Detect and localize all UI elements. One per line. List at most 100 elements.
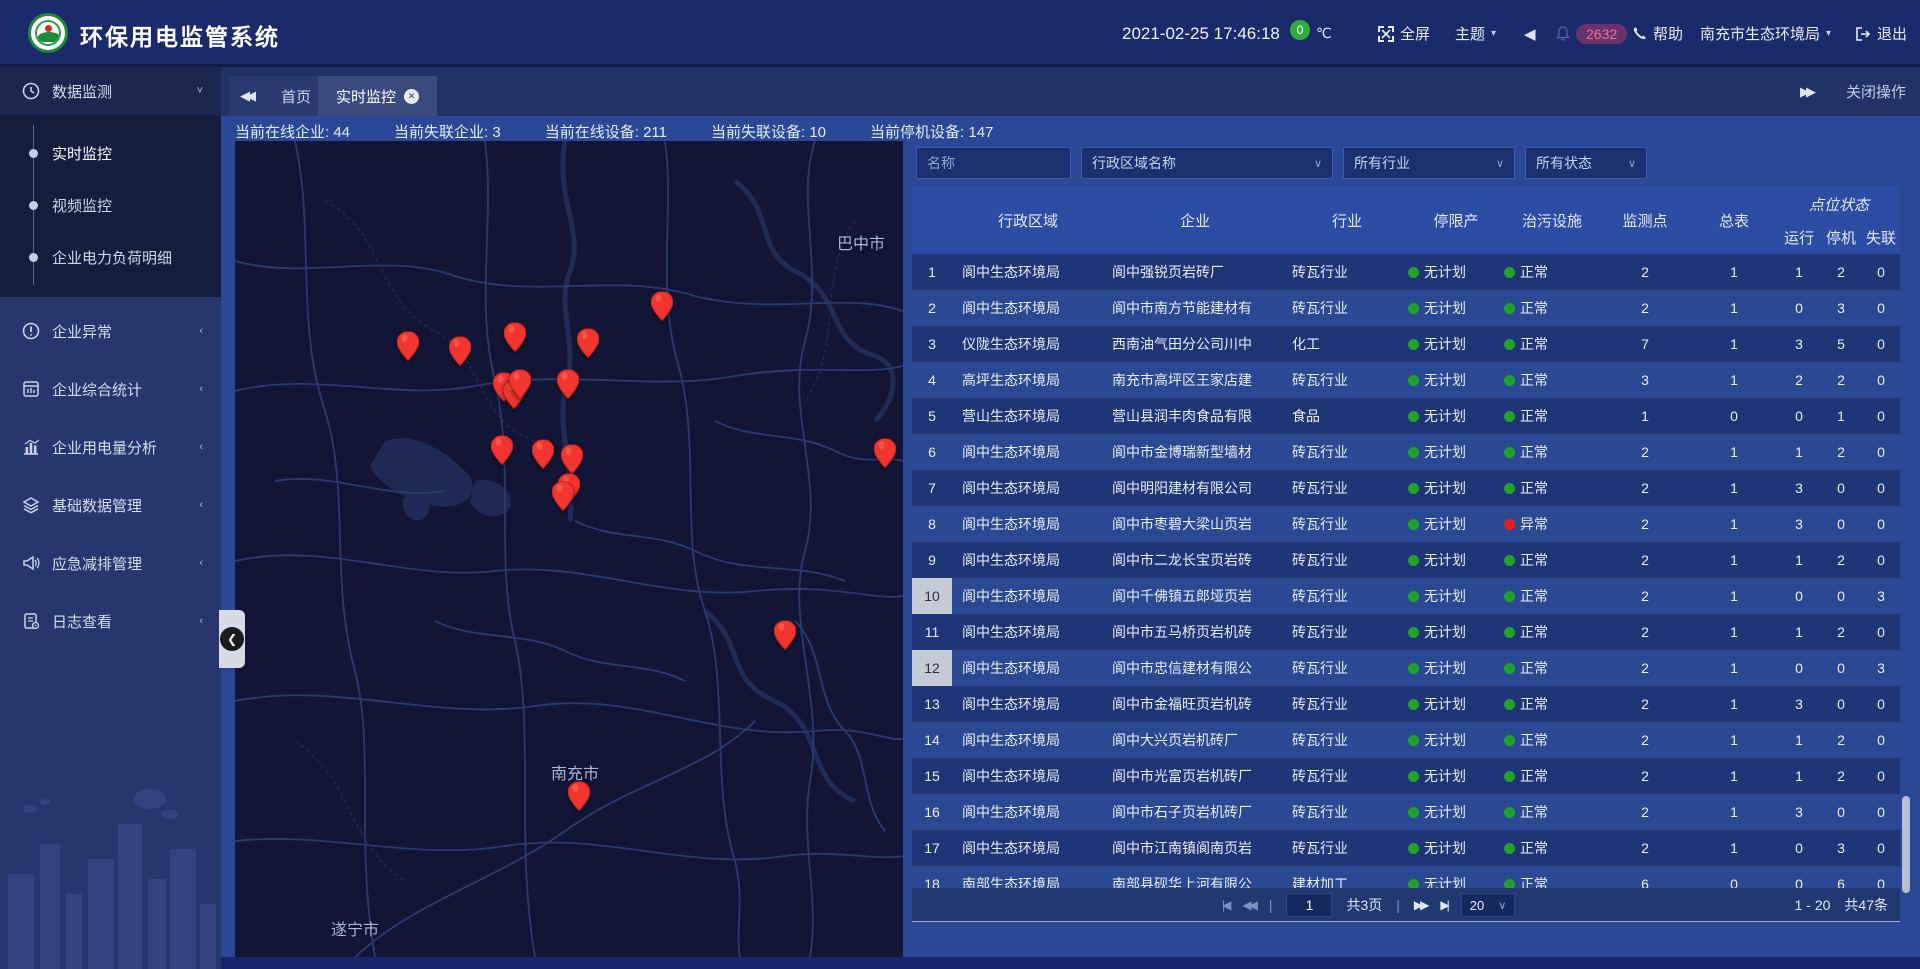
map-pin-icon[interactable] — [651, 292, 673, 322]
table-row[interactable]: 14阆中生态环境局阆中大兴页岩机砖厂砖瓦行业无计划正常21120 — [912, 722, 1900, 758]
table-row[interactable]: 10阆中生态环境局阆中千佛镇五郎垭页岩砖瓦行业无计划正常21003 — [912, 578, 1900, 614]
tab-realtime-monitor[interactable]: 实时监控 ✕ — [318, 76, 437, 116]
close-operations-button[interactable]: 关闭操作 — [1846, 81, 1906, 102]
sidebar-group-企业异常[interactable]: 企业异常‹ — [0, 307, 221, 355]
last-page-button[interactable]: ▶| — [1440, 898, 1446, 912]
name-filter-input[interactable] — [916, 147, 1071, 179]
fullscreen-icon — [1378, 26, 1394, 42]
sidebar-group-label: 数据监测 — [52, 81, 112, 102]
cell-meters: 1 — [1690, 794, 1778, 830]
cell-stop: 0 — [1820, 470, 1862, 506]
map-pin-icon[interactable] — [532, 440, 554, 470]
table-row[interactable]: 17阆中生态环境局阆中市江南镇阆南页岩砖瓦行业无计划正常21030 — [912, 830, 1900, 866]
table-row[interactable]: 18南部生态环境局南部县砚华上河有限公建材加工无计划正常60060 — [912, 866, 1900, 888]
status-dot-green-icon — [1408, 735, 1419, 746]
table-row[interactable]: 12阆中生态环境局阆中市忠信建材有限公砖瓦行业无计划正常21003 — [912, 650, 1900, 686]
status-filter-select[interactable]: 所有状态 ∨ — [1525, 147, 1647, 179]
facility-status-label: 正常 — [1520, 838, 1548, 858]
map-pin-icon[interactable] — [774, 621, 796, 651]
sidebar-item-视频监控[interactable]: 视频监控 — [0, 179, 221, 231]
cell-company: 阆中市二龙长宝页岩砖 — [1104, 542, 1286, 578]
cell-limit-status: 无计划 — [1408, 650, 1504, 686]
sidebar-group-企业用电量分析[interactable]: 企业用电量分析‹ — [0, 423, 221, 471]
page-size-select[interactable]: 20 ∨ — [1461, 893, 1516, 917]
megaphone-icon — [22, 554, 40, 572]
cell-run: 3 — [1778, 686, 1820, 722]
map-pin-icon[interactable] — [491, 436, 513, 466]
sidebar-group-基础数据管理[interactable]: 基础数据管理‹ — [0, 481, 221, 529]
vertical-scrollbar-thumb[interactable] — [1902, 796, 1910, 893]
sidebar-submenu: 实时监控视频监控企业电力负荷明细 — [0, 115, 221, 297]
table-row[interactable]: 5营山生态环境局营山县润丰肉食品有限食品无计划正常10010 — [912, 398, 1900, 434]
first-page-button[interactable]: |◀ — [1222, 898, 1228, 912]
logout-button[interactable]: 退出 — [1856, 0, 1907, 67]
table-row[interactable]: 3仪陇生态环境局西南油气田分公司川中化工无计划正常71350 — [912, 326, 1900, 362]
cell-company: 南部县砚华上河有限公 — [1104, 866, 1286, 888]
fullscreen-button[interactable]: 全屏 — [1378, 0, 1430, 67]
next-page-button[interactable]: ▶▶ — [1414, 898, 1426, 912]
sidebar-group-应急减排管理[interactable]: 应急减排管理‹ — [0, 539, 221, 587]
cell-limit-status: 无计划 — [1408, 578, 1504, 614]
stat-当前失联企业: 当前失联企业: 3 — [394, 121, 501, 142]
tab-scroll-left-button[interactable]: ◀◀ — [229, 76, 263, 116]
theme-dropdown[interactable]: 主题 ▾ — [1455, 0, 1496, 67]
map-pin-icon[interactable] — [561, 445, 583, 475]
map-pin-icon[interactable] — [397, 332, 419, 362]
map-pin-icon[interactable] — [568, 782, 590, 812]
facility-status-label: 正常 — [1520, 370, 1548, 390]
map-pin-icon[interactable] — [874, 439, 896, 469]
cell-meters: 1 — [1690, 758, 1778, 794]
chevron-down-icon: ∨ — [1498, 899, 1506, 912]
sidebar-item-企业电力负荷明细[interactable]: 企业电力负荷明细 — [0, 231, 221, 283]
table-row[interactable]: 7阆中生态环境局阆中明阳建材有限公司砖瓦行业无计划正常21300 — [912, 470, 1900, 506]
table-row[interactable]: 9阆中生态环境局阆中市二龙长宝页岩砖砖瓦行业无计划正常21120 — [912, 542, 1900, 578]
sidebar-group-日志查看[interactable]: 日志查看‹ — [0, 597, 221, 645]
user-org-dropdown[interactable]: 南充市生态环境局 ▾ — [1700, 0, 1831, 67]
cell-lost: 0 — [1862, 506, 1900, 542]
speaker-mute-icon[interactable]: ◀ — [1524, 0, 1536, 67]
industry-filter-value: 所有行业 — [1354, 153, 1410, 173]
table-row[interactable]: 2阆中生态环境局阆中市南方节能建材有砖瓦行业无计划正常21030 — [912, 290, 1900, 326]
cell-region: 阆中生态环境局 — [952, 434, 1104, 470]
sidebar-group-data-monitoring[interactable]: 数据监测 ˅ — [0, 67, 221, 115]
prev-page-button[interactable]: ◀◀ — [1242, 898, 1254, 912]
cell-region: 阆中生态环境局 — [952, 614, 1104, 650]
sidebar-group-企业综合统计[interactable]: 企业综合统计‹ — [0, 365, 221, 413]
map-pin-icon[interactable] — [509, 370, 531, 400]
table-row[interactable]: 6阆中生态环境局阆中市金博瑞新型墙材砖瓦行业无计划正常21120 — [912, 434, 1900, 470]
map-pin-icon[interactable] — [552, 482, 574, 512]
industry-filter-select[interactable]: 所有行业 ∨ — [1343, 147, 1515, 179]
table-row[interactable]: 13阆中生态环境局阆中市金福旺页岩机砖砖瓦行业无计划正常21300 — [912, 686, 1900, 722]
cell-region: 营山生态环境局 — [952, 398, 1104, 434]
tab-scroll-right-button[interactable]: ▶▶ — [1800, 84, 1812, 100]
page-size-value: 20 — [1470, 898, 1484, 913]
facility-status-label: 正常 — [1520, 766, 1548, 786]
facility-status-label: 正常 — [1520, 622, 1548, 642]
help-button[interactable]: 帮助 — [1632, 0, 1683, 67]
map-pin-icon[interactable] — [449, 337, 471, 367]
map-pin-icon[interactable] — [577, 329, 599, 359]
cell-stop: 2 — [1820, 722, 1862, 758]
tab-monitor-label: 实时监控 — [336, 86, 396, 107]
map-panel[interactable]: 巴中市南充市遂宁市 — [235, 141, 903, 957]
table-row[interactable]: 8阆中生态环境局阆中市枣碧大梁山页岩砖瓦行业无计划异常21300 — [912, 506, 1900, 542]
sidebar-item-实时监控[interactable]: 实时监控 — [0, 127, 221, 179]
cell-stop: 3 — [1820, 830, 1862, 866]
cell-facility-status: 正常 — [1504, 614, 1600, 650]
map-pin-icon[interactable] — [557, 370, 579, 400]
map-pin-icon[interactable] — [504, 323, 526, 353]
cell-lost: 0 — [1862, 722, 1900, 758]
table-row[interactable]: 15阆中生态环境局阆中市光富页岩机砖厂砖瓦行业无计划正常21120 — [912, 758, 1900, 794]
cell-stop: 0 — [1820, 650, 1862, 686]
facility-status-label: 正常 — [1520, 262, 1548, 282]
table-row[interactable]: 11阆中生态环境局阆中市五马桥页岩机砖砖瓦行业无计划正常21120 — [912, 614, 1900, 650]
city-label-遂宁市: 遂宁市 — [331, 916, 379, 940]
notification-bell[interactable]: 2632 — [1556, 0, 1627, 67]
page-number-input[interactable] — [1286, 893, 1332, 917]
close-icon[interactable]: ✕ — [404, 89, 419, 104]
table-row[interactable]: 16阆中生态环境局阆中市石子页岩机砖厂砖瓦行业无计划正常21300 — [912, 794, 1900, 830]
panel-collapse-handle[interactable]: ❮ — [219, 610, 245, 668]
region-filter-select[interactable]: 行政区域名称 ∨ — [1081, 147, 1333, 179]
table-row[interactable]: 1阆中生态环境局阆中强锐页岩砖厂砖瓦行业无计划正常21120 — [912, 254, 1900, 290]
table-row[interactable]: 4高坪生态环境局南充市高坪区王家店建砖瓦行业无计划正常31220 — [912, 362, 1900, 398]
